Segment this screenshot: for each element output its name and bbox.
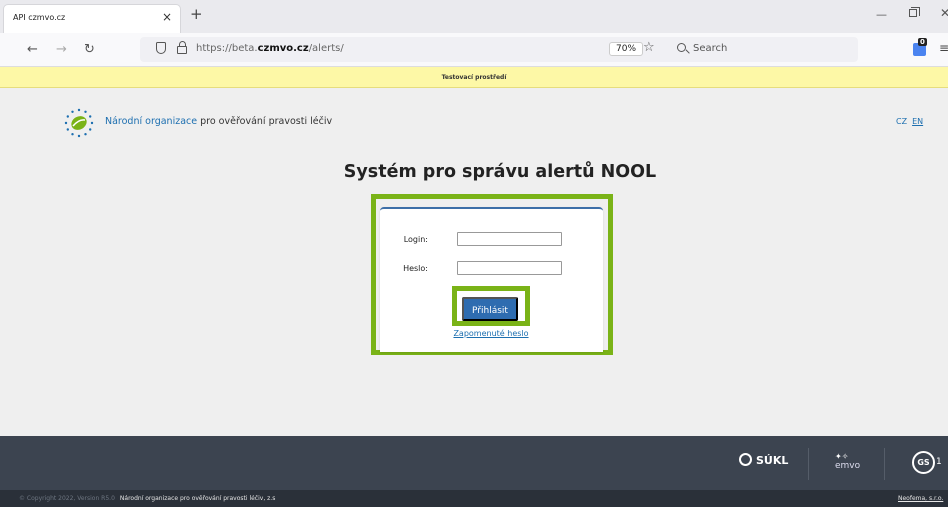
copyright-bar: © Copyright 2022, Version R5.0 Národní or… [0,490,948,507]
lang-en-link[interactable]: EN [912,117,923,126]
login-button[interactable]: Přihlásit [462,297,518,321]
hamburger-menu-icon[interactable]: ≡ [939,41,948,55]
browser-tab-bar: API czmvo.cz × + — ✕ [0,0,948,33]
tab-title: API czmvo.cz [13,13,66,22]
close-tab-icon[interactable]: × [162,10,172,24]
lock-icon[interactable] [177,41,187,54]
emvo-birds-icon: ✦✧ [835,452,849,461]
page-title: Systém pro správu alertů NOOL [343,162,657,182]
footer-separator [808,448,809,480]
organization-name: Národní organizace pro ověřování pravost… [105,116,333,127]
url-text[interactable]: https://beta.czmvo.cz/alerts/ [196,43,344,54]
close-window-icon[interactable]: ✕ [940,6,948,20]
bookmark-star-icon[interactable]: ☆ [643,40,655,55]
test-environment-banner: Testovací prostředí [0,67,948,88]
tracking-protection-shield-icon[interactable] [156,42,166,54]
extension-badge: 0 [918,38,927,46]
browser-search-box[interactable]: Search [668,37,858,62]
lang-cz[interactable]: CZ [896,117,907,126]
nool-logo-icon [64,108,94,138]
search-icon [677,43,686,52]
reload-icon[interactable]: ↻ [84,42,95,57]
vendor-link[interactable]: Neofema, s.r.o. [898,495,943,502]
emvo-logo: ✦✧ emvo [835,452,861,472]
login-label: Login: [403,235,428,244]
search-placeholder: Search [693,43,728,54]
restore-window-icon[interactable] [909,7,920,17]
login-input[interactable] [457,232,562,246]
browser-nav-bar: ← → ↻ https://beta.czmvo.cz/alerts/ 70% … [0,33,948,67]
minimize-window-icon[interactable]: — [876,8,887,21]
zoom-level-badge[interactable]: 70% [609,42,644,56]
footer: SÚKL ✦✧ emvo GS 1 [0,436,948,490]
copyright-text: © Copyright 2022, Version R5.0 Národní or… [19,495,276,502]
new-tab-button[interactable]: + [190,5,203,23]
browser-tab[interactable]: API czmvo.cz × [3,4,181,33]
gs1-logo: GS [912,451,935,474]
forgot-password-link[interactable]: Zapomenuté heslo [0,329,948,338]
password-input[interactable] [457,261,562,275]
back-arrow-icon[interactable]: ← [27,42,38,57]
gs1-suffix: 1 [936,457,942,467]
language-switcher: CZ EN [896,117,923,126]
sukl-logo: SÚKL [739,453,788,467]
password-label: Heslo: [403,264,428,273]
footer-separator [884,448,885,480]
sukl-mark-icon [739,453,752,466]
forward-arrow-icon[interactable]: → [56,42,67,57]
address-bar[interactable]: https://beta.czmvo.cz/alerts/ 70% ☆ Sear… [140,37,858,62]
